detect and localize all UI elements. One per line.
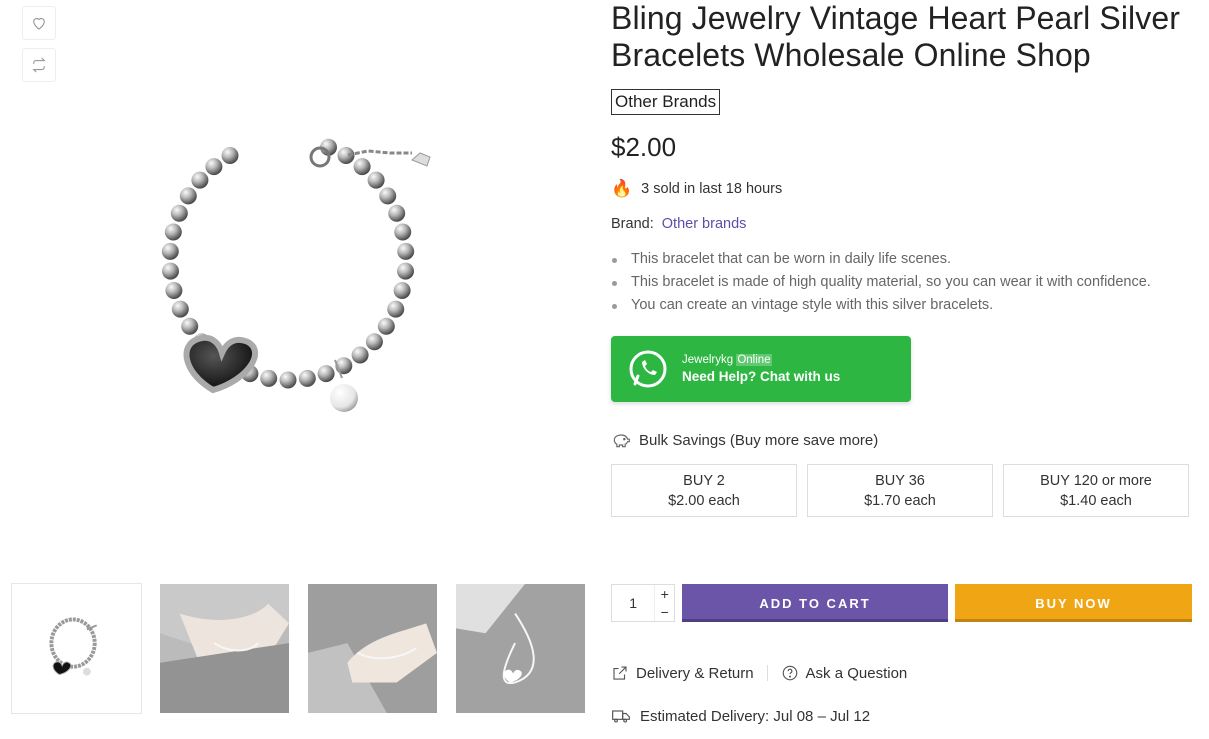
brand-link[interactable]: Other brands (662, 216, 747, 232)
thumbnail-strip (11, 583, 586, 714)
bulk-tier-price: $1.40 each (1060, 492, 1132, 509)
bracelet-bead (367, 171, 385, 189)
ask-question-label: Ask a Question (805, 664, 908, 682)
bulk-tier-qty: BUY 36 (875, 472, 925, 489)
wrist-photo-2-image (308, 584, 437, 713)
estimated-delivery-text: Estimated Delivery: Jul 08 – Jul 12 (640, 707, 871, 725)
whatsapp-agent-name: Jewelrykg (682, 354, 734, 366)
bulk-savings-text: Bulk Savings (Buy more save more) (639, 431, 879, 449)
delivery-return-link[interactable]: Delivery & Return (611, 664, 754, 682)
product-title: Bling Jewelry Vintage Heart Pearl Silver… (611, 0, 1180, 73)
delivery-return-label: Delivery & Return (636, 664, 754, 682)
main-product-image[interactable] (110, 110, 530, 470)
compare-arrows-icon (32, 57, 46, 73)
brand-tag[interactable]: Other Brands (611, 89, 721, 115)
question-circle-icon (782, 665, 797, 681)
bracelet-bead (397, 242, 415, 260)
bracelet-bead (205, 158, 223, 176)
bracelet-bead (394, 223, 412, 241)
feature-item: This bracelet is made of high quality ma… (611, 271, 1196, 294)
bulk-tier: BUY 2 $2.00 each (611, 464, 797, 517)
bracelet-image (161, 138, 431, 412)
bracelet-bead (298, 369, 316, 387)
fire-icon: 🔥 (611, 179, 633, 198)
bracelet-bead (365, 333, 383, 351)
bracelet-bead (260, 369, 278, 387)
thumbnail-1[interactable] (11, 583, 142, 714)
wrist-photo-image (160, 584, 289, 713)
whatsapp-agent-line: Jewelrykg Online (682, 354, 840, 366)
bracelet-bead (162, 262, 179, 280)
quantity-stepper: 1 + − (611, 584, 675, 622)
brand-line: Brand: Other brands (611, 216, 1196, 232)
ask-question-link[interactable]: Ask a Question (781, 664, 908, 682)
bracelet-bead (353, 158, 371, 176)
estimated-delivery: Estimated Delivery: Jul 08 – Jul 12 (611, 706, 870, 726)
thumbnail-2[interactable] (159, 583, 290, 714)
bracelet-bead (397, 262, 414, 280)
sold-counter: 🔥 3 sold in last 18 hours (611, 180, 1196, 197)
bulk-tier-price: $1.70 each (864, 492, 936, 509)
bracelet-thumbnail-image (49, 617, 98, 676)
bracelet-bead (279, 371, 297, 389)
whatsapp-icon (629, 350, 667, 388)
bulk-tiers: BUY 2 $2.00 each BUY 36 $1.70 each BUY 1… (611, 464, 1196, 517)
quantity-increase-button[interactable]: + (655, 585, 674, 603)
add-to-cart-button[interactable]: ADD TO CART (682, 584, 948, 622)
feature-item: This bracelet that can be worn in daily … (611, 248, 1196, 271)
bracelet-bead (179, 187, 197, 205)
quantity-decrease-button[interactable]: − (655, 603, 674, 621)
truck-icon (612, 710, 630, 723)
whatsapp-cta: Need Help? Chat with us (682, 369, 841, 384)
brand-label: Brand: (611, 216, 654, 232)
piggy-bank-icon (613, 434, 630, 448)
heart-icon (33, 17, 45, 30)
compare-button[interactable] (22, 48, 56, 82)
bulk-tier: BUY 36 $1.70 each (807, 464, 993, 517)
bracelet-bead (181, 317, 199, 335)
share-box-icon (613, 666, 627, 680)
whatsapp-chat-button[interactable]: Jewelrykg Online Need Help? Chat with us (611, 336, 911, 402)
bracelet-bead (377, 317, 395, 335)
bracelet-bead (191, 171, 209, 189)
bulk-tier-qty: BUY 2 (683, 472, 725, 489)
extra-links: Delivery & Return Ask a Question (611, 664, 907, 682)
bulk-tier-qty: BUY 120 or more (1040, 472, 1152, 489)
bracelet-bead (388, 204, 406, 222)
thumbnail-3[interactable] (307, 583, 438, 714)
bracelet-bead (221, 147, 239, 164)
product-details: Bling Jewelry Vintage Heart Pearl Silver… (611, 0, 1196, 517)
sold-text: 3 sold in last 18 hours (641, 180, 783, 197)
bracelet-bead (351, 346, 369, 364)
bracelet-bead (387, 300, 405, 318)
feature-item: You can create an vintage style with thi… (611, 294, 1196, 317)
bracelet-bead (170, 204, 188, 222)
bracelet-bead (164, 223, 182, 241)
cart-row: 1 + − ADD TO CART BUY NOW (611, 584, 1192, 622)
whatsapp-status: Online (736, 354, 772, 366)
thumbnail-4[interactable] (455, 583, 586, 714)
bracelet-bead (161, 242, 179, 260)
bracelet-bead (317, 365, 335, 383)
bracelet-bead (379, 187, 397, 205)
buy-now-button[interactable]: BUY NOW (955, 584, 1192, 622)
product-price: $2.00 (611, 132, 677, 162)
bracelet-bead (393, 282, 411, 299)
bracelet-bead (165, 282, 183, 299)
bulk-tier: BUY 120 or more $1.40 each (1003, 464, 1189, 517)
necklace-photo-image (456, 584, 585, 713)
link-separator (766, 665, 768, 681)
wishlist-button[interactable] (22, 6, 56, 40)
quantity-input[interactable]: 1 (612, 585, 654, 621)
bracelet-bead (171, 300, 189, 318)
bulk-savings-heading: Bulk Savings (Buy more save more) (611, 430, 1196, 450)
bulk-tier-price: $2.00 each (668, 492, 740, 509)
side-actions (22, 6, 56, 82)
feature-list: This bracelet that can be worn in daily … (611, 248, 1196, 317)
